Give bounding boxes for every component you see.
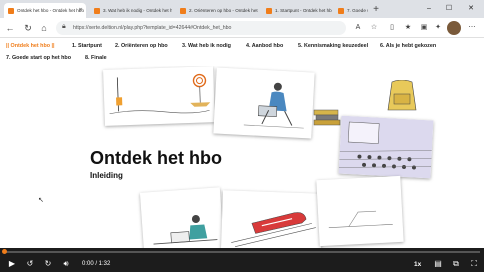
extensions-icon[interactable]: ✦: [432, 22, 444, 34]
browser-tab-3[interactable]: 2. Oriënteren op hbo - Ontdek het hbo: [176, 3, 258, 18]
illustration-lecture-card: [338, 115, 434, 179]
back-icon[interactable]: ←: [4, 22, 16, 34]
volume-icon[interactable]: 🔊︎: [60, 258, 72, 270]
browser-tab-4[interactable]: 1. Startpunt - Ontdek het hbo: [262, 3, 332, 18]
fullscreen-icon[interactable]: ⛶: [468, 258, 480, 270]
person-laptop-illustration-icon: [243, 82, 304, 129]
url-text: https://xerte.deltion.nl/play.php?templa…: [73, 24, 232, 31]
site-favicon-icon: [94, 7, 100, 14]
forward-10-icon[interactable]: ↻: [42, 258, 54, 270]
tab-title: 2. Oriënteren op hbo - Ontdek het hbo: [189, 8, 258, 13]
nav-item-wat-heb-ik-nodig[interactable]: 3. Wat heb ik nodig: [182, 43, 231, 49]
progress-handle[interactable]: [2, 249, 7, 254]
maximize-icon[interactable]: ☐: [440, 3, 458, 15]
nav-item-als-je-hebt-gekozen[interactable]: 6. Als je hebt gekozen: [380, 43, 436, 49]
nav-item-kennismaking[interactable]: 5. Kennismaking keuzedeel: [298, 43, 368, 49]
nav-item-startpunt[interactable]: 1. Startpunt: [72, 43, 102, 49]
browser-tab-5[interactable]: 7. Goede start op het hbo - Ontdek: [334, 3, 368, 18]
illustration-train-card: [221, 190, 323, 248]
playback-time: 0:00 / 1:32: [82, 261, 111, 267]
nav-item-orienteren[interactable]: 2. Oriënteren op hbo: [115, 43, 168, 49]
split-screen-icon[interactable]: ▯: [386, 22, 398, 34]
page-title: Ontdek het hbo: [90, 148, 222, 168]
home-icon[interactable]: ⌂: [38, 22, 50, 34]
captions-icon[interactable]: ▤: [432, 258, 444, 270]
nav-item-goede-start[interactable]: 7. Goede start op het hbo: [6, 55, 71, 61]
person-sitting-illustration-icon: [328, 210, 393, 228]
illustration-desk-card: [139, 187, 225, 248]
rewind-10-icon[interactable]: ↺: [24, 258, 36, 270]
illustration-sitting-card: [316, 175, 404, 247]
tab-title: Ontdek het hbo - Ontdek het hbo: [17, 8, 84, 13]
read-aloud-icon[interactable]: A: [352, 22, 364, 34]
reload-icon[interactable]: ↻: [22, 22, 34, 34]
tab-title: 3. Wat heb ik nodig - Ontdek het hbo: [103, 8, 172, 13]
address-bar: ← ↻ ⌂ 🔒︎ https://xerte.deltion.nl/play.p…: [0, 18, 484, 38]
url-field[interactable]: 🔒︎ https://xerte.deltion.nl/play.php?tem…: [56, 21, 346, 35]
site-favicon-icon: [8, 7, 14, 14]
site-favicon-icon: [338, 7, 344, 14]
favorites-icon[interactable]: ★: [402, 22, 414, 34]
pip-icon[interactable]: ⧉: [450, 258, 462, 270]
site-favicon-icon: [180, 7, 186, 14]
train-illustration-icon: [231, 212, 316, 248]
illustration-target-card: [103, 66, 215, 126]
minimize-icon[interactable]: –: [420, 3, 438, 15]
page-subtitle: Inleiding: [90, 171, 123, 180]
nav-item-aanbod[interactable]: 4. Aanbod hbo: [246, 43, 283, 49]
browser-tab-1[interactable]: Ontdek het hbo - Ontdek het hbo ✕: [4, 3, 86, 18]
new-tab-icon[interactable]: +: [370, 4, 382, 16]
illustration-laptop-card: [213, 67, 315, 139]
window-close-icon[interactable]: ✕: [462, 3, 480, 15]
tab-close-icon[interactable]: ✕: [79, 7, 83, 13]
browser-tab-strip: Ontdek het hbo - Ontdek het hbo ✕ 3. Wat…: [0, 0, 484, 18]
tab-title: 1. Startpunt - Ontdek het hbo: [275, 8, 332, 13]
more-menu-icon[interactable]: ⋯: [466, 22, 478, 34]
nav-item-finale[interactable]: 8. Finale: [85, 55, 107, 61]
mouse-cursor-icon: ↖: [38, 197, 44, 204]
video-progress-bar[interactable]: [2, 249, 480, 254]
browser-tab-2[interactable]: 3. Wat heb ik nodig - Ontdek het hbo: [90, 3, 172, 18]
target-illustration-icon: [109, 73, 211, 115]
profile-avatar[interactable]: [447, 21, 461, 35]
tab-title: 7. Goede start op het hbo - Ontdek: [347, 8, 368, 13]
site-favicon-icon: [266, 7, 272, 14]
course-navigation: || Ontdek het hbo || 1. Startpunt 2. Ori…: [0, 38, 484, 66]
lecture-hall-illustration-icon: [338, 115, 434, 179]
playback-speed-button[interactable]: 1x: [414, 261, 421, 268]
play-icon[interactable]: ▶: [6, 258, 18, 270]
nav-item-ontdek[interactable]: || Ontdek het hbo ||: [6, 43, 55, 49]
person-desk-illustration-icon: [153, 215, 218, 245]
lock-icon: 🔒︎: [62, 23, 66, 30]
collections-icon[interactable]: ▣: [418, 22, 430, 34]
video-controls: ▶ ↺ ↻ 🔊︎ 0:00 / 1:32 1x ▤ ⧉ ⛶: [0, 248, 484, 272]
favorite-star-icon[interactable]: ☆: [368, 22, 380, 34]
video-stage[interactable]: Ontdek het hbo Inleiding ↖: [0, 66, 484, 248]
